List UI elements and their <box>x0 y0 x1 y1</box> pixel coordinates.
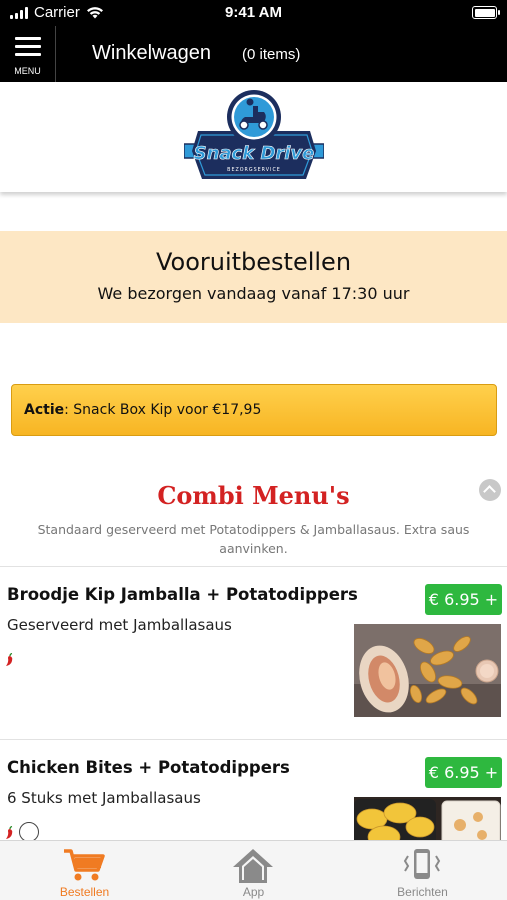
tab-berichten[interactable]: Berichten <box>338 841 507 900</box>
tab-label: Bestellen <box>59 885 110 899</box>
promo-action-button[interactable]: Actie: Snack Box Kip voor €17,95 <box>11 384 497 436</box>
product-description: Geserveerd met Jamballasaus <box>7 616 232 634</box>
product-description: 6 Stuks met Jamballasaus <box>7 789 201 807</box>
product-image <box>354 624 501 717</box>
nav-bar: MENU Winkelwagen (0 items) <box>0 26 507 82</box>
tab-label: App <box>242 885 265 899</box>
cart-icon <box>64 849 105 881</box>
price-button[interactable]: € 6.95 + <box>425 757 502 788</box>
category-description: Standaard geserveerd met Potatodippers &… <box>37 522 470 556</box>
collapse-chevron-icon[interactable] <box>479 479 501 501</box>
tab-bestellen[interactable]: Bestellen <box>0 841 169 900</box>
snack-drive-logo: Snack Drive BEZORGSERVICE <box>184 90 324 179</box>
action-text: : Snack Box Kip voor €17,95 <box>64 402 262 418</box>
price-button[interactable]: € 6.95 + <box>425 584 502 615</box>
page-title: Winkelwagen <box>92 42 211 64</box>
battery-fill <box>474 8 495 17</box>
menu-button[interactable]: MENU <box>0 26 56 82</box>
tab-label: Berichten <box>397 885 448 899</box>
pepper-icon <box>6 653 13 666</box>
status-bar: Carrier 9:41 AM <box>0 0 507 26</box>
pepper-icon <box>6 826 13 839</box>
tab-bar: Bestellen App Berichten <box>0 840 507 900</box>
menu-label: MENU <box>14 66 41 76</box>
hamburger-icon <box>15 37 41 61</box>
category-title: Combi Menu's <box>157 481 350 510</box>
preorder-banner: Vooruitbestellen We bezorgen vandaag van… <box>0 231 507 323</box>
halal-icon <box>19 822 39 842</box>
home-icon <box>233 849 273 883</box>
logo-header: Snack Drive BEZORGSERVICE <box>0 82 507 192</box>
status-time: 9:41 AM <box>225 4 282 21</box>
product-item[interactable]: Chicken Bites + Potatodippers 6 Stuks me… <box>0 739 507 890</box>
cart-count: (0 items) <box>242 46 301 63</box>
logo-brand-text: Snack Drive <box>194 143 315 164</box>
product-item[interactable]: Broodje Kip Jamballa + Potatodippers Ges… <box>0 566 507 739</box>
action-label: Actie <box>24 402 65 418</box>
product-name: Chicken Bites + Potatodippers <box>7 758 290 777</box>
tab-app[interactable]: App <box>169 841 338 900</box>
battery-icon <box>472 6 500 19</box>
product-name: Broodje Kip Jamballa + Potatodippers <box>7 585 358 604</box>
banner-title: Vooruitbestellen <box>155 248 352 276</box>
phone-vibrate-icon <box>403 849 441 879</box>
logo-tagline-text: BEZORGSERVICE <box>227 167 281 173</box>
banner-subtitle: We bezorgen vandaag vanaf 17:30 uur <box>97 284 410 303</box>
